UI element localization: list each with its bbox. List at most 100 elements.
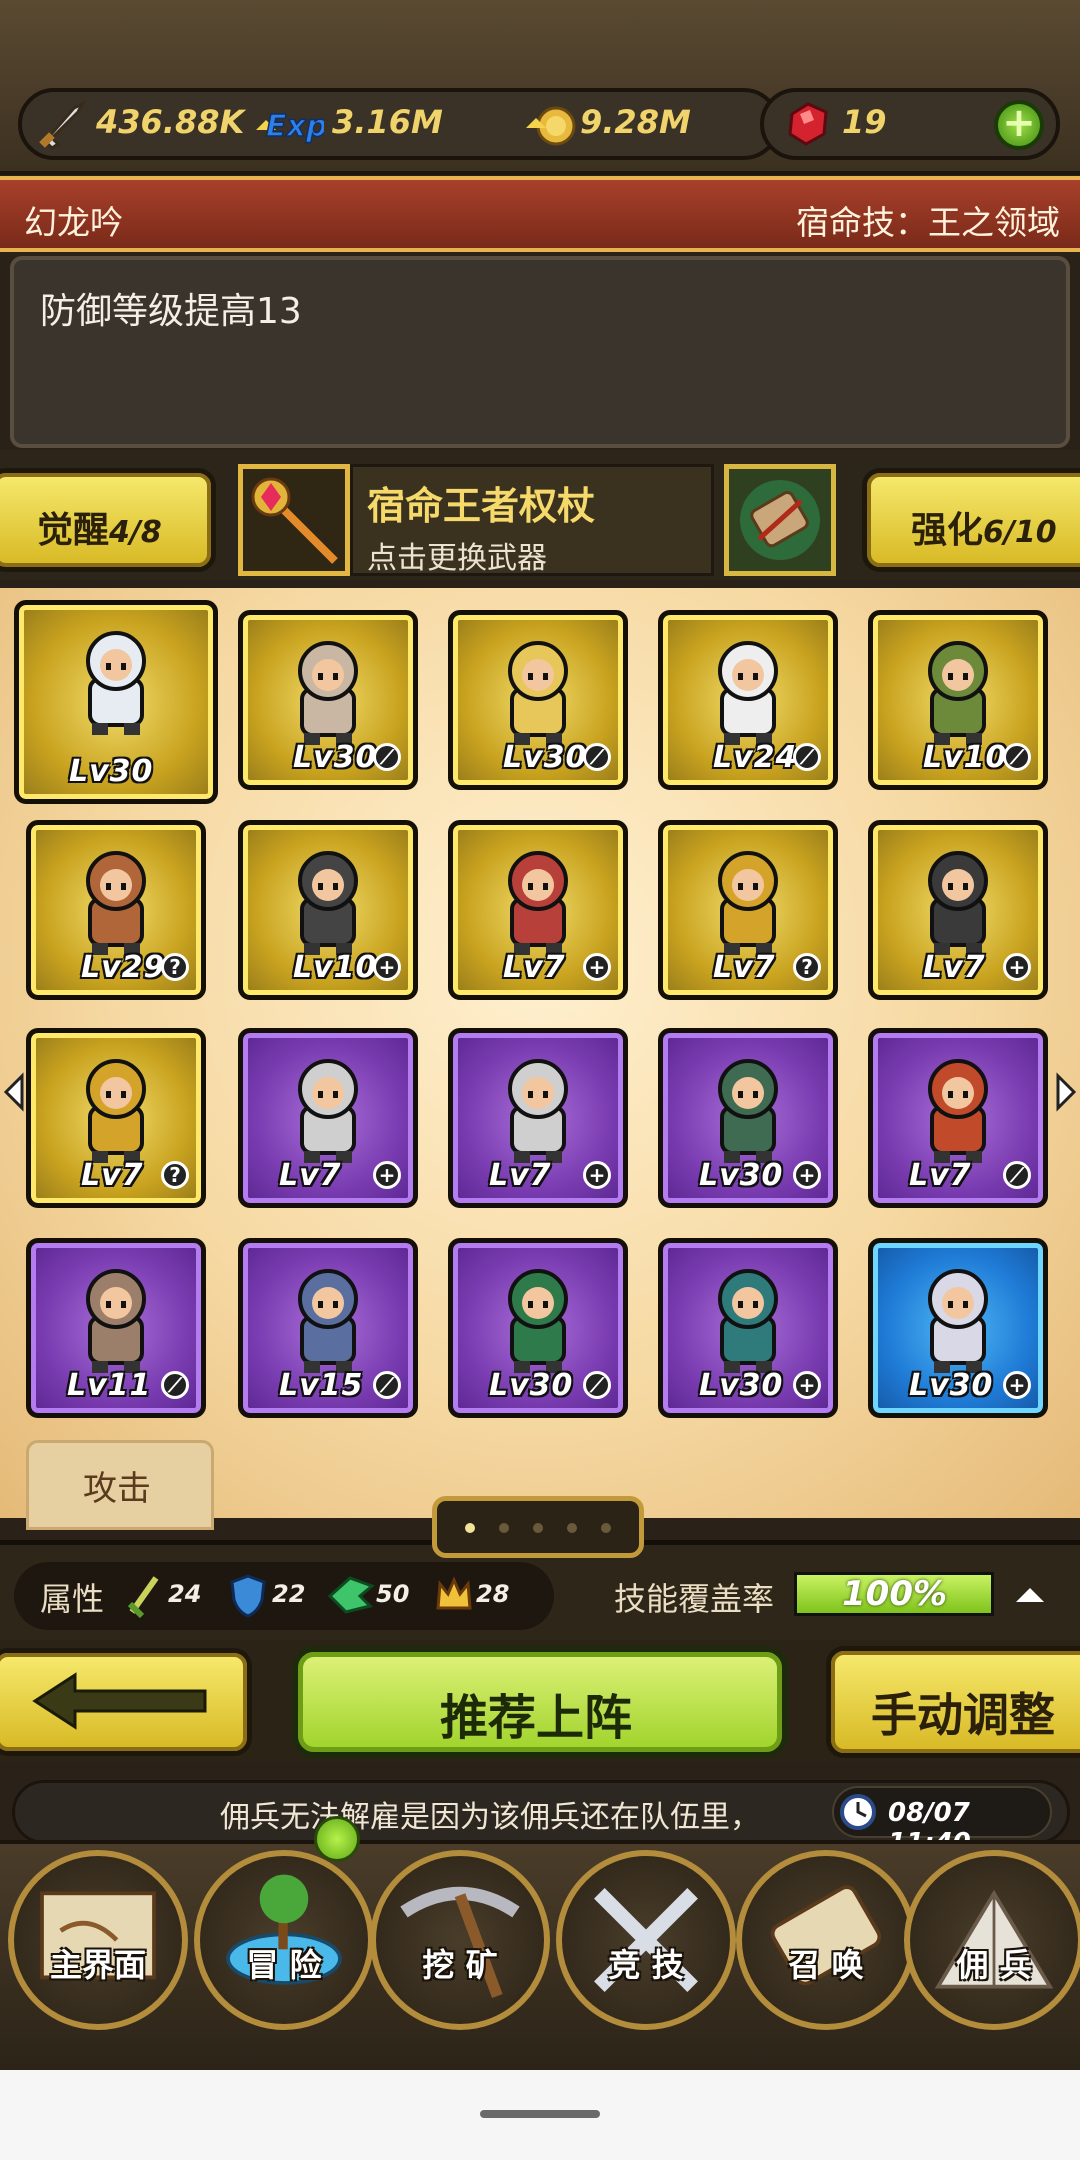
hero-level: Lv10 bbox=[923, 740, 1008, 775]
plus-badge-icon: + bbox=[583, 1161, 611, 1189]
hero-portrait-icon bbox=[86, 1059, 146, 1163]
gold-value: 9.28M bbox=[580, 103, 691, 141]
swap-badge-icon: ⟋ bbox=[373, 743, 401, 771]
agility-value: 50 bbox=[376, 1580, 410, 1608]
hero-portrait-icon bbox=[86, 851, 146, 955]
attack-tab[interactable]: 攻击 bbox=[26, 1440, 214, 1530]
hero-portrait-icon bbox=[508, 851, 568, 955]
swap-badge-icon: ⟋ bbox=[161, 1371, 189, 1399]
hero-portrait-icon bbox=[928, 1269, 988, 1373]
hero-card[interactable]: Lv7 + bbox=[448, 820, 628, 1000]
hero-card[interactable]: Lv15 ⟋ bbox=[238, 1238, 418, 1418]
hero-card[interactable]: Lv10 + bbox=[238, 820, 418, 1000]
page-dot bbox=[533, 1523, 543, 1533]
hero-level: Lv7 bbox=[81, 1158, 144, 1193]
scepter-icon bbox=[251, 477, 338, 564]
notification-dot bbox=[314, 1816, 360, 1862]
question-badge-icon: ? bbox=[793, 953, 821, 981]
hero-card[interactable]: Lv30 + bbox=[658, 1238, 838, 1418]
clock-badge: 08/07 11:40 bbox=[832, 1786, 1052, 1858]
formation-description: 防御等级提高13 bbox=[40, 291, 302, 332]
hero-portrait-icon bbox=[86, 631, 146, 735]
hero-card[interactable]: Lv30 ⟋ bbox=[238, 610, 418, 790]
formation-description-box: 防御等级提高13 bbox=[10, 256, 1070, 448]
formation-name: 幻龙吟 bbox=[24, 204, 123, 241]
recommend-button[interactable]: 推荐上阵 bbox=[292, 1646, 788, 1758]
skill-coverage-label: 技能覆盖率 bbox=[614, 1580, 775, 1618]
hero-card[interactable]: Lv24 ⟋ bbox=[658, 610, 838, 790]
clock-icon bbox=[840, 1794, 876, 1830]
expand-up-icon[interactable] bbox=[1010, 1580, 1050, 1610]
swap-badge-icon: ⟋ bbox=[583, 743, 611, 771]
nav-label: 召 唤 bbox=[788, 1946, 864, 1984]
hero-card[interactable]: Lv30 ⟋ bbox=[448, 1238, 628, 1418]
attack-tab-label: 攻击 bbox=[83, 1469, 151, 1509]
swap-badge-icon: ⟋ bbox=[1003, 1161, 1031, 1189]
weapon-info[interactable]: 宿命王者权杖 点击更换武器 bbox=[350, 464, 714, 576]
awaken-label: 觉醒 bbox=[37, 510, 110, 551]
plus-badge-icon: + bbox=[373, 1161, 401, 1189]
hero-portrait-icon bbox=[928, 851, 988, 955]
weapon-name: 宿命王者权杖 bbox=[367, 484, 596, 528]
hero-card[interactable]: Lv7? bbox=[26, 1028, 206, 1208]
swap-badge-icon: ⟋ bbox=[793, 743, 821, 771]
plus-badge-icon: + bbox=[793, 1161, 821, 1189]
hero-portrait-icon bbox=[928, 641, 988, 745]
hero-level: Lv7 bbox=[503, 950, 566, 985]
right-arrow-icon[interactable] bbox=[1054, 1072, 1078, 1112]
page-indicator bbox=[432, 1496, 644, 1558]
strength-value: 24 bbox=[168, 1580, 202, 1608]
back-button[interactable] bbox=[0, 1648, 252, 1756]
page-dot bbox=[465, 1523, 475, 1533]
hero-card[interactable]: Lv30 bbox=[14, 600, 218, 804]
home-gesture-pill[interactable] bbox=[480, 2110, 600, 2118]
enhance-label: 强化 bbox=[911, 510, 984, 551]
awaken-button[interactable]: 觉醒4/8 bbox=[0, 468, 216, 572]
hero-card[interactable]: Lv7? bbox=[658, 820, 838, 1000]
weapon-slot[interactable] bbox=[238, 464, 350, 576]
swap-badge-icon: ⟋ bbox=[583, 1371, 611, 1399]
hero-card[interactable]: Lv7 + bbox=[868, 820, 1048, 1000]
hero-portrait-icon bbox=[508, 1059, 568, 1163]
exp-icon: Exp bbox=[256, 108, 324, 145]
nav-label: 竞 技 bbox=[608, 1946, 684, 1984]
hero-card[interactable]: Lv30 + bbox=[868, 1238, 1048, 1418]
scroll-slot[interactable] bbox=[724, 464, 836, 576]
attack-value: 436.88K bbox=[96, 103, 245, 141]
hero-portrait-icon bbox=[928, 1059, 988, 1163]
hero-portrait-icon bbox=[718, 1059, 778, 1163]
left-arrow-icon[interactable] bbox=[2, 1072, 26, 1112]
agility-wing-icon bbox=[327, 1576, 375, 1614]
crown-value: 28 bbox=[476, 1580, 510, 1608]
hero-card[interactable]: Lv11 ⟋ bbox=[26, 1238, 206, 1418]
plus-badge-icon: + bbox=[1003, 953, 1031, 981]
defense-value: 22 bbox=[272, 1580, 306, 1608]
hero-level: Lv10 bbox=[293, 950, 378, 985]
nav-label: 冒 险 bbox=[246, 1946, 322, 1984]
hero-card[interactable]: Lv7 + bbox=[238, 1028, 418, 1208]
add-gems-button[interactable]: + bbox=[994, 100, 1044, 150]
ruby-gem-icon bbox=[788, 102, 828, 146]
hero-card[interactable]: Lv10 ⟋ bbox=[868, 610, 1048, 790]
hero-card[interactable]: Lv7 ⟋ bbox=[868, 1028, 1048, 1208]
scroll-bundle-icon bbox=[740, 480, 820, 560]
awaken-value: 4/8 bbox=[109, 515, 162, 550]
hero-portrait-icon bbox=[508, 641, 568, 745]
manual-adjust-button[interactable]: 手动调整 bbox=[826, 1646, 1080, 1758]
skill-coverage-value: 100% bbox=[842, 1574, 948, 1614]
enhance-button[interactable]: 强化6/10 bbox=[862, 468, 1080, 572]
hero-card[interactable]: Lv7 + bbox=[448, 1028, 628, 1208]
hero-level: Lv15 bbox=[279, 1368, 364, 1403]
hero-card[interactable]: Lv30 + bbox=[658, 1028, 838, 1208]
hero-card[interactable]: Lv30 ⟋ bbox=[448, 610, 628, 790]
hero-level: Lv30 bbox=[909, 1368, 994, 1403]
enhance-value: 6/10 bbox=[983, 515, 1057, 550]
ticker-message: 佣兵无法解雇是因为该佣兵还在队伍里， bbox=[220, 1800, 760, 1835]
hero-card[interactable]: Lv29? bbox=[26, 820, 206, 1000]
hero-portrait-icon bbox=[86, 1269, 146, 1373]
swap-badge-icon: ⟋ bbox=[1003, 743, 1031, 771]
hero-portrait-icon bbox=[298, 641, 358, 745]
hero-portrait-icon bbox=[508, 1269, 568, 1373]
swap-badge-icon: ⟋ bbox=[373, 1371, 401, 1399]
page-dot bbox=[601, 1523, 611, 1533]
